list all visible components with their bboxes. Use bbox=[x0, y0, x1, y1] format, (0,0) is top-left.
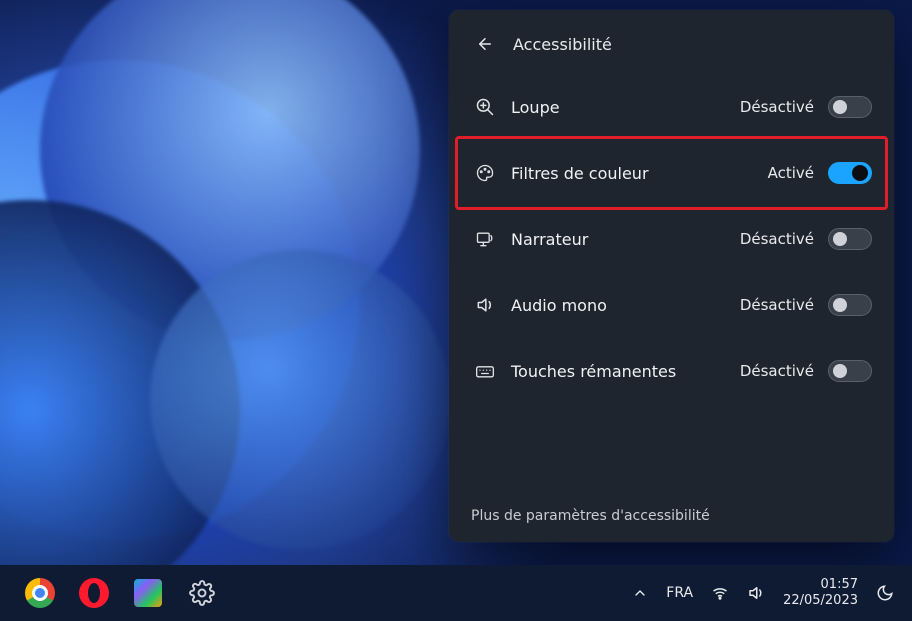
panel-title: Accessibilité bbox=[513, 35, 612, 54]
magnifier-icon bbox=[471, 97, 499, 117]
row-label: Loupe bbox=[499, 98, 740, 117]
toggle-color-filters[interactable] bbox=[828, 162, 872, 184]
clock-time: 01:57 bbox=[783, 577, 858, 593]
more-settings-link[interactable]: Plus de paramètres d'accessibilité bbox=[471, 508, 710, 524]
back-button[interactable] bbox=[471, 30, 499, 58]
taskbar-app-files[interactable] bbox=[130, 575, 166, 611]
row-color-filters[interactable]: Filtres de couleur Activé bbox=[457, 140, 886, 206]
tray-volume[interactable] bbox=[747, 584, 765, 602]
gear-icon bbox=[189, 580, 215, 606]
chrome-icon bbox=[25, 578, 55, 608]
row-label: Touches rémanentes bbox=[499, 362, 740, 381]
files-icon bbox=[134, 579, 162, 607]
row-label: Audio mono bbox=[499, 296, 740, 315]
narrator-icon bbox=[471, 229, 499, 249]
row-status: Désactivé bbox=[740, 362, 828, 380]
panel-header: Accessibilité bbox=[449, 24, 894, 68]
arrow-left-icon bbox=[476, 35, 494, 53]
tray-wifi[interactable] bbox=[711, 584, 729, 602]
toggle-sticky-keys[interactable] bbox=[828, 360, 872, 382]
taskbar-app-opera[interactable] bbox=[76, 575, 112, 611]
accessibility-panel: Accessibilité Loupe Désactivé Filtres de… bbox=[449, 10, 894, 542]
row-status: Désactivé bbox=[740, 98, 828, 116]
volume-icon bbox=[747, 584, 765, 602]
toggle-mono-audio[interactable] bbox=[828, 294, 872, 316]
clock[interactable]: 01:57 22/05/2023 bbox=[783, 577, 858, 608]
row-status: Activé bbox=[768, 164, 828, 182]
language-indicator[interactable]: FRA bbox=[666, 585, 693, 601]
tray-focus-assist[interactable] bbox=[876, 584, 894, 602]
row-sticky-keys[interactable]: Touches rémanentes Désactivé bbox=[457, 338, 886, 404]
keyboard-icon bbox=[471, 361, 499, 381]
toggle-narrator[interactable] bbox=[828, 228, 872, 250]
desktop: Accessibilité Loupe Désactivé Filtres de… bbox=[0, 0, 912, 621]
chevron-up-icon bbox=[632, 585, 648, 601]
row-narrator[interactable]: Narrateur Désactivé bbox=[457, 206, 886, 272]
taskbar-app-chrome[interactable] bbox=[22, 575, 58, 611]
toggle-magnifier[interactable] bbox=[828, 96, 872, 118]
taskbar-app-settings[interactable] bbox=[184, 575, 220, 611]
clock-date: 22/05/2023 bbox=[783, 593, 858, 609]
row-status: Désactivé bbox=[740, 230, 828, 248]
row-magnifier[interactable]: Loupe Désactivé bbox=[457, 74, 886, 140]
row-status: Désactivé bbox=[740, 296, 828, 314]
palette-icon bbox=[471, 163, 499, 183]
opera-icon bbox=[79, 578, 109, 608]
moon-icon bbox=[876, 584, 894, 602]
row-label: Narrateur bbox=[499, 230, 740, 249]
row-mono-audio[interactable]: Audio mono Désactivé bbox=[457, 272, 886, 338]
panel-footer: Plus de paramètres d'accessibilité bbox=[449, 496, 894, 530]
taskbar: FRA 01:57 22/05/2023 bbox=[0, 565, 912, 621]
tray-overflow[interactable] bbox=[632, 585, 648, 601]
wifi-icon bbox=[711, 584, 729, 602]
speaker-icon bbox=[471, 295, 499, 315]
row-label: Filtres de couleur bbox=[499, 164, 768, 183]
settings-list: Loupe Désactivé Filtres de couleur Activ… bbox=[449, 68, 894, 404]
